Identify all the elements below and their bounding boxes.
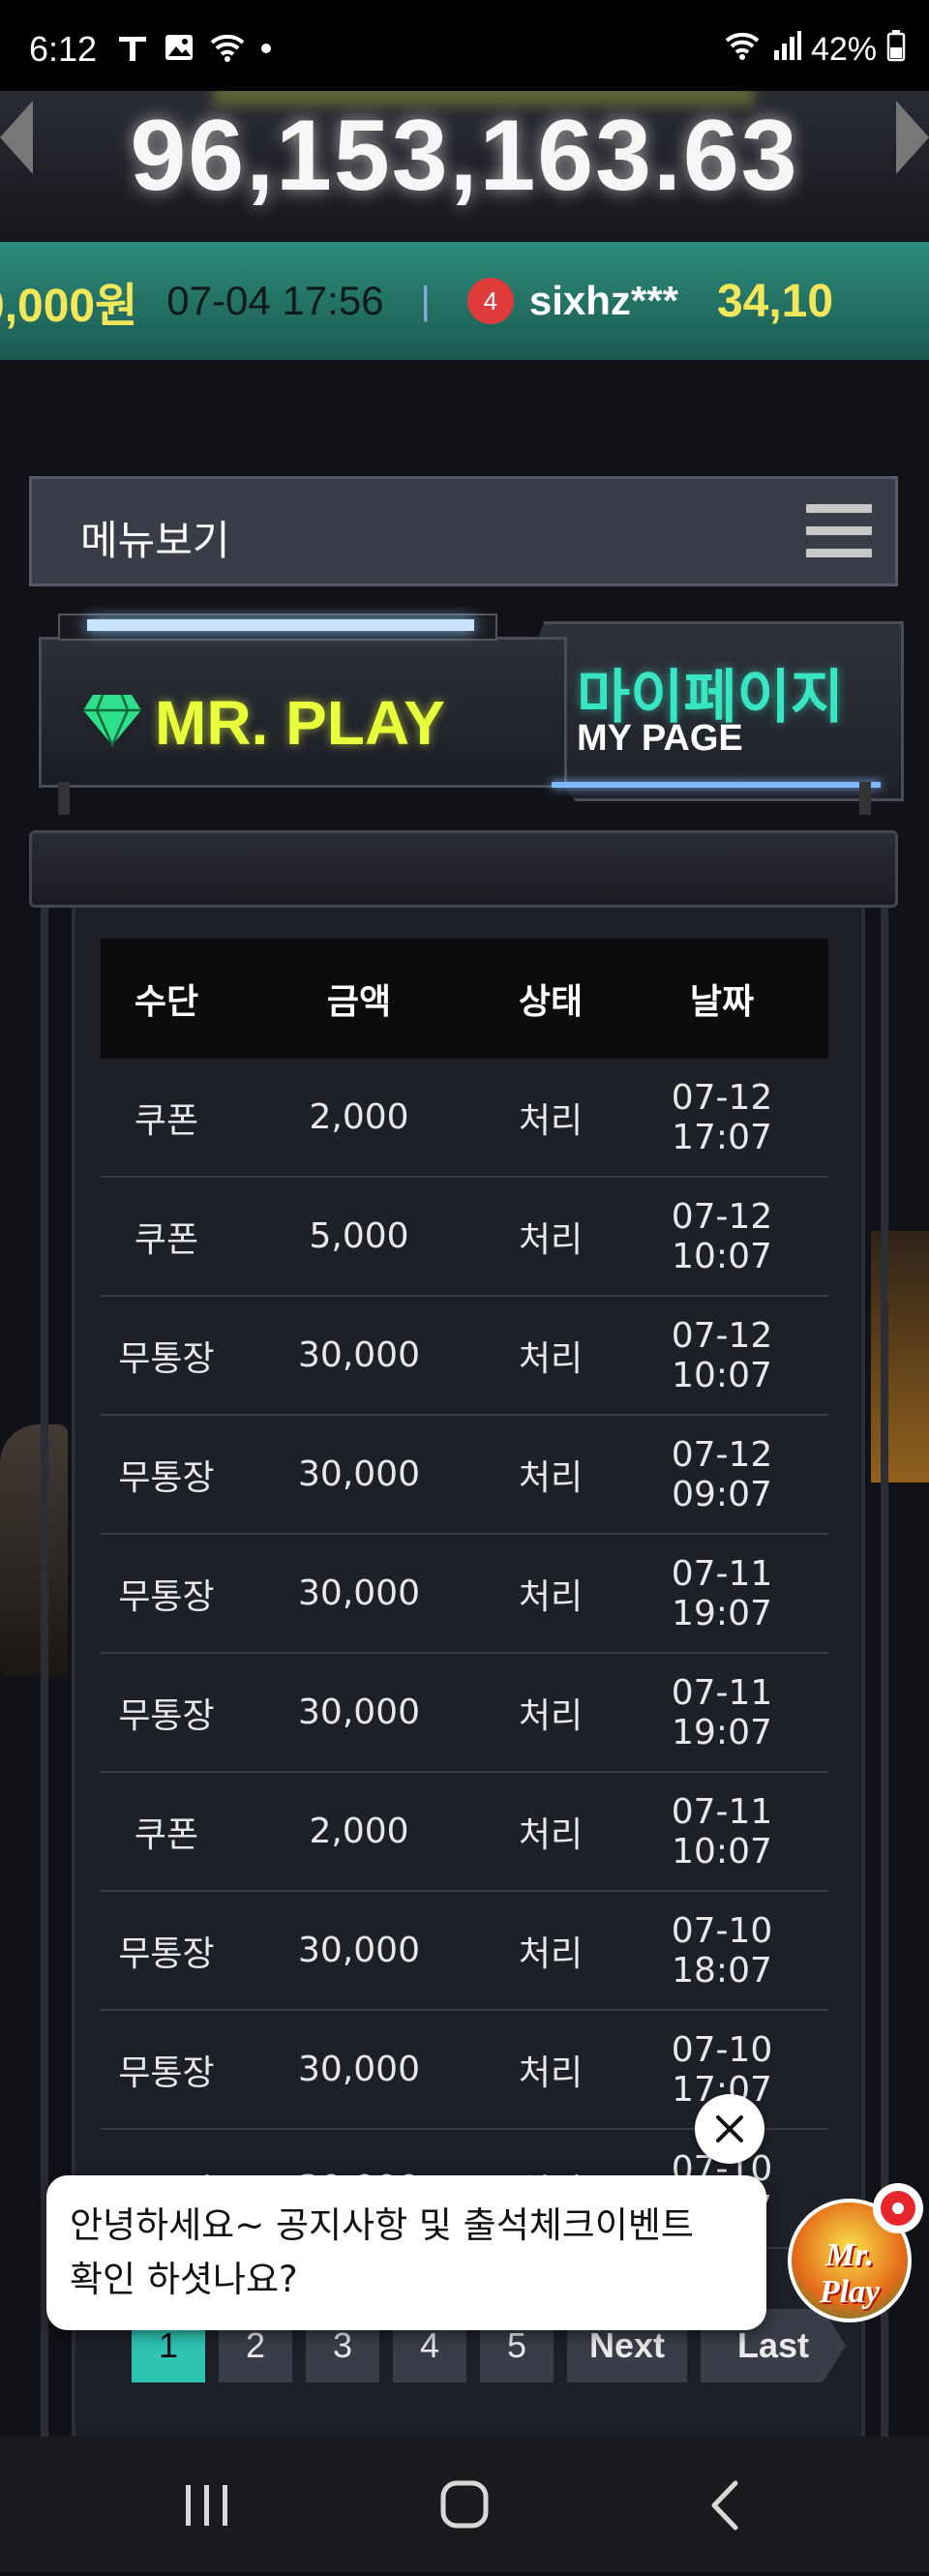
ticker-user: sixhz*** bbox=[528, 278, 678, 323]
table-row: 쿠폰 5,000 처리 07-12 10:07 bbox=[101, 1177, 828, 1297]
page-sign: MR. PLAY 마이페이지 MY PAGE bbox=[29, 612, 904, 815]
jackpot-banner: 96,153,163.63 bbox=[0, 91, 929, 242]
cell-date: 07-12 09:07 bbox=[615, 1415, 828, 1535]
cell-method: 쿠폰 bbox=[101, 1177, 232, 1297]
column-header-method: 수단 bbox=[101, 939, 232, 1059]
system-nav-bar bbox=[0, 2437, 929, 2572]
table-row: 무통장 30,000 처리 07-11 19:07 bbox=[101, 1534, 828, 1654]
cell-date: 07-11 10:07 bbox=[615, 1772, 828, 1892]
cell-date: 07-10 18:07 bbox=[615, 1891, 828, 2011]
winner-ticker: 0,000원 07-04 17:56 | 4 sixhz*** 34,10 bbox=[0, 242, 929, 360]
cell-method: 무통장 bbox=[101, 1296, 232, 1416]
table-row: 무통장 30,000 처리 07-11 19:07 bbox=[101, 1653, 828, 1773]
chat-message-line: 확인 하셧나요? bbox=[70, 2259, 298, 2300]
cell-method: 무통장 bbox=[101, 2010, 232, 2130]
chat-popup[interactable]: 안녕하세요~ 공지사항 및 출석체크이벤트 확인 하셧나요? bbox=[46, 2175, 766, 2330]
home-button[interactable] bbox=[368, 2437, 561, 2572]
ticker-separator: | bbox=[420, 279, 431, 322]
ticker-amount-prev: 0,000원 bbox=[0, 281, 138, 332]
recent-apps-icon bbox=[186, 2485, 227, 2526]
cell-status: 처리 bbox=[486, 1772, 615, 1892]
panel-header-shelf bbox=[29, 830, 898, 908]
chat-message: 안녕하세요~ 공지사항 및 출석체크이벤트 확인 하셧나요? bbox=[70, 2199, 747, 2307]
signal-icon bbox=[772, 29, 801, 71]
brand-logo: MR. PLAY bbox=[155, 688, 445, 758]
cell-status: 처리 bbox=[486, 2010, 615, 2130]
avatar-logo-text: Mr. Play bbox=[819, 2237, 881, 2310]
cell-date: 07-12 10:07 bbox=[615, 1296, 828, 1416]
menu-bar[interactable]: 메뉴보기 bbox=[29, 476, 898, 586]
chat-close-button[interactable] bbox=[695, 2094, 764, 2164]
column-header-amount: 금액 bbox=[232, 939, 486, 1059]
background-glow bbox=[871, 1231, 929, 1483]
sign-bottom-light bbox=[552, 782, 881, 788]
cell-date: 07-11 19:07 bbox=[615, 1653, 828, 1773]
notification-dot-icon bbox=[873, 2183, 923, 2233]
t-icon bbox=[116, 31, 149, 72]
cell-status: 처리 bbox=[486, 1296, 615, 1416]
cell-status: 처리 bbox=[486, 1534, 615, 1654]
cell-amount: 30,000 bbox=[232, 2010, 486, 2130]
table-row: 쿠폰 2,000 처리 07-11 10:07 bbox=[101, 1772, 828, 1892]
cell-method: 무통장 bbox=[101, 1891, 232, 2011]
cell-amount: 2,000 bbox=[232, 1059, 486, 1178]
image-icon bbox=[163, 31, 195, 72]
cell-amount: 5,000 bbox=[232, 1177, 486, 1297]
back-icon bbox=[711, 2480, 738, 2531]
ticker-amount-next: 34,10 bbox=[716, 275, 834, 327]
diamond-icon bbox=[81, 693, 143, 751]
status-icons-right: 42% bbox=[724, 29, 906, 71]
cell-method: 무통장 bbox=[101, 1534, 232, 1654]
background-figure bbox=[0, 1424, 68, 1676]
cell-amount: 30,000 bbox=[232, 1653, 486, 1773]
ticker-date: 07-04 17:56 bbox=[166, 278, 384, 323]
cell-status: 처리 bbox=[486, 1177, 615, 1297]
cell-date: 07-11 19:07 bbox=[615, 1534, 828, 1654]
wifi-icon bbox=[209, 31, 246, 72]
table-row: 무통장 30,000 처리 07-12 09:07 bbox=[101, 1415, 828, 1535]
status-icons-left bbox=[116, 31, 273, 72]
cell-date: 07-12 10:07 bbox=[615, 1177, 828, 1297]
table-row: 무통장 30,000 처리 07-10 18:07 bbox=[101, 1891, 828, 2011]
page-title-en: MY PAGE bbox=[577, 718, 743, 759]
cell-method: 쿠폰 bbox=[101, 1059, 232, 1178]
cell-amount: 30,000 bbox=[232, 1534, 486, 1654]
column-header-date: 날짜 bbox=[615, 939, 828, 1059]
chat-message-line: 안녕하세요~ 공지사항 및 출석체크이벤트 bbox=[70, 2204, 694, 2246]
home-icon bbox=[440, 2480, 489, 2529]
cell-amount: 30,000 bbox=[232, 1296, 486, 1416]
table-row: 무통장 30,000 처리 07-12 10:07 bbox=[101, 1296, 828, 1416]
cell-amount: 30,000 bbox=[232, 1415, 486, 1535]
wifi-icon bbox=[724, 29, 763, 71]
dot-icon bbox=[259, 31, 273, 72]
menu-label: 메뉴보기 bbox=[80, 517, 230, 564]
cell-method: 무통장 bbox=[101, 1653, 232, 1773]
cell-status: 처리 bbox=[486, 1415, 615, 1535]
battery-icon bbox=[886, 29, 906, 71]
recent-apps-button[interactable] bbox=[110, 2437, 304, 2572]
table-header-row: 수단 금액 상태 날짜 bbox=[101, 939, 828, 1059]
back-button[interactable] bbox=[629, 2437, 823, 2572]
cell-status: 처리 bbox=[486, 1059, 615, 1178]
ticker-rank-badge: 4 bbox=[466, 278, 514, 324]
sign-light bbox=[87, 619, 474, 631]
cell-status: 처리 bbox=[486, 1891, 615, 2011]
table-row: 쿠폰 2,000 처리 07-12 17:07 bbox=[101, 1059, 828, 1178]
cell-date: 07-12 17:07 bbox=[615, 1059, 828, 1178]
cell-amount: 2,000 bbox=[232, 1772, 486, 1892]
hamburger-icon[interactable] bbox=[806, 504, 872, 562]
close-icon bbox=[716, 2115, 743, 2142]
cell-amount: 30,000 bbox=[232, 1891, 486, 2011]
battery-percent: 42% bbox=[810, 31, 877, 68]
sign-post bbox=[859, 782, 871, 815]
transaction-table: 수단 금액 상태 날짜 쿠폰 2,000 처리 07-12 17:07 쿠폰 5… bbox=[101, 939, 828, 2249]
sign-post bbox=[58, 782, 70, 815]
cell-method: 쿠폰 bbox=[101, 1772, 232, 1892]
status-bar: 6:12 42% bbox=[0, 0, 929, 91]
status-time: 6:12 bbox=[29, 29, 98, 69]
cell-method: 무통장 bbox=[101, 1415, 232, 1535]
column-header-status: 상태 bbox=[486, 939, 615, 1059]
cell-status: 처리 bbox=[486, 1653, 615, 1773]
jackpot-amount: 96,153,163.63 bbox=[130, 100, 799, 212]
